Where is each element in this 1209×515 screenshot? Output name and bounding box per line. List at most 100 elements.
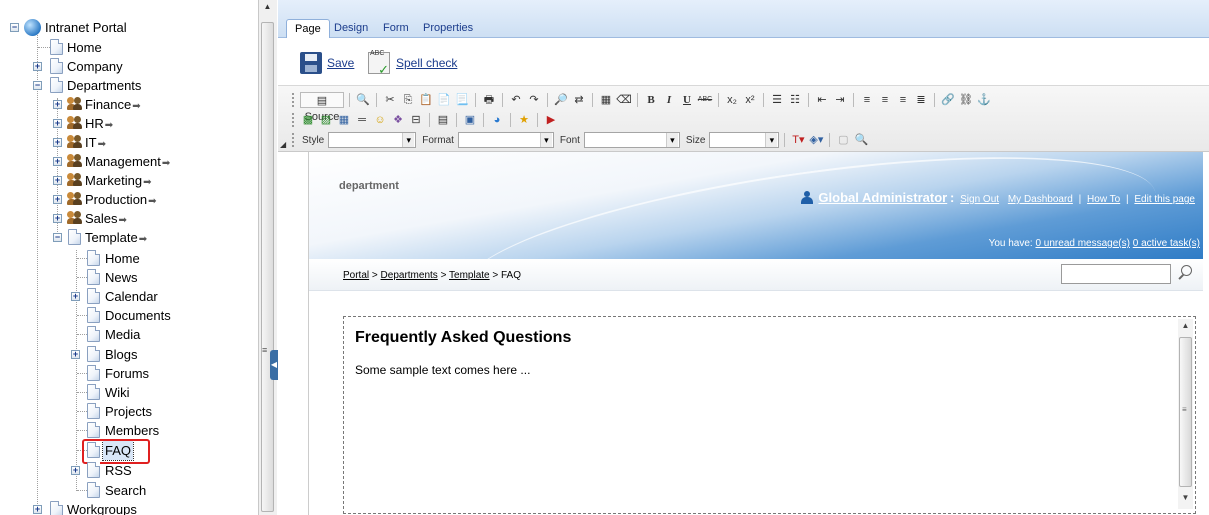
youtube-icon[interactable]: ▶ bbox=[543, 112, 559, 128]
scroll-up-icon[interactable]: ▲ bbox=[261, 2, 274, 16]
expand-toggle-icon[interactable]: + bbox=[33, 505, 42, 514]
page-icon bbox=[87, 365, 100, 381]
star-icon[interactable]: ★ bbox=[516, 112, 532, 128]
paste-text-icon[interactable]: 📄 bbox=[436, 92, 452, 108]
page-icon bbox=[87, 326, 100, 342]
group-icon bbox=[67, 96, 83, 112]
tab-form[interactable]: Form bbox=[375, 19, 417, 38]
paste-word-icon[interactable]: 📃 bbox=[454, 92, 470, 108]
user-name-link[interactable]: Global Administrator bbox=[818, 190, 947, 205]
collapse-toggle-icon[interactable]: − bbox=[53, 233, 62, 242]
media-icon[interactable]: ◕ bbox=[489, 112, 505, 128]
source-button[interactable]: ▤ Source bbox=[300, 92, 344, 123]
expand-toggle-icon[interactable]: + bbox=[53, 100, 62, 109]
expand-toggle-icon[interactable]: + bbox=[71, 466, 80, 475]
underline-button[interactable]: U bbox=[679, 92, 695, 108]
scroll-thumb[interactable] bbox=[261, 22, 274, 512]
replace-icon[interactable]: ⇄ bbox=[571, 92, 587, 108]
horizontal-rule-icon[interactable]: ═ bbox=[354, 112, 370, 128]
align-right-icon[interactable]: ≡ bbox=[895, 92, 911, 108]
unlink-icon[interactable]: ⛓ bbox=[958, 92, 974, 108]
tab-design[interactable]: Design bbox=[326, 19, 376, 38]
breadcrumb-portal[interactable]: Portal bbox=[343, 270, 369, 281]
expand-toggle-icon[interactable]: + bbox=[53, 214, 62, 223]
expand-toggle-icon[interactable]: + bbox=[33, 62, 42, 71]
toolbar-collapse-icon[interactable]: ◢ bbox=[280, 140, 286, 149]
template-icon[interactable]: ▤ bbox=[435, 112, 451, 128]
editable-content-area[interactable]: Frequently Asked Questions Some sample t… bbox=[343, 316, 1196, 514]
align-left-icon[interactable]: ≡ bbox=[859, 92, 875, 108]
select-all-icon[interactable]: ▦ bbox=[598, 92, 614, 108]
my-dashboard-link[interactable]: My Dashboard bbox=[1008, 194, 1073, 205]
expand-toggle-icon[interactable]: + bbox=[53, 157, 62, 166]
toolbar-separator bbox=[475, 93, 476, 107]
table-icon[interactable]: ▦ bbox=[336, 112, 352, 128]
scroll-down-icon[interactable]: ▼ bbox=[1178, 493, 1193, 505]
spell-check-button[interactable]: Spell check bbox=[368, 47, 457, 77]
breadcrumb-departments[interactable]: Departments bbox=[381, 270, 438, 281]
text-color-icon[interactable]: T▾ bbox=[790, 132, 806, 148]
special-char-icon[interactable]: ❖ bbox=[390, 112, 406, 128]
search-icon[interactable] bbox=[1177, 265, 1193, 281]
undo-icon[interactable]: ↶ bbox=[508, 92, 524, 108]
sign-out-link[interactable]: Sign Out bbox=[960, 194, 999, 205]
expand-toggle-icon[interactable]: + bbox=[53, 119, 62, 128]
collapse-panel-button[interactable]: ◀ bbox=[270, 350, 278, 380]
tab-properties[interactable]: Properties bbox=[415, 19, 481, 38]
smiley-icon[interactable]: ☺ bbox=[372, 112, 388, 128]
superscript-button[interactable]: x² bbox=[742, 92, 758, 108]
indent-icon[interactable]: ⇥ bbox=[832, 92, 848, 108]
tree-scrollbar[interactable]: ▲ ≡ bbox=[258, 0, 277, 515]
scroll-up-icon[interactable]: ▲ bbox=[1178, 321, 1193, 333]
bold-button[interactable]: B bbox=[643, 92, 659, 108]
expand-toggle-icon[interactable]: + bbox=[53, 138, 62, 147]
remove-format-icon[interactable]: ⌫ bbox=[616, 92, 632, 108]
numbered-list-icon[interactable]: ☰ bbox=[769, 92, 785, 108]
align-center-icon[interactable]: ≡ bbox=[877, 92, 893, 108]
cut-icon[interactable]: ✂ bbox=[382, 92, 398, 108]
widget-icon[interactable]: ▣ bbox=[462, 112, 478, 128]
anchor-icon[interactable]: ⚓ bbox=[976, 92, 992, 108]
preview-icon[interactable]: 🔍 bbox=[355, 92, 371, 108]
redo-icon[interactable]: ↷ bbox=[526, 92, 542, 108]
strikethrough-button[interactable]: ABC bbox=[697, 92, 713, 108]
copy-icon[interactable]: ⎘ bbox=[400, 92, 416, 108]
page-break-icon[interactable]: ⊟ bbox=[408, 112, 424, 128]
tab-page[interactable]: Page bbox=[286, 19, 330, 38]
find-icon[interactable]: 🔎 bbox=[553, 92, 569, 108]
quick-image-icon[interactable]: ▨ bbox=[318, 112, 334, 128]
expand-toggle-icon[interactable]: + bbox=[53, 176, 62, 185]
link-arrow-icon: ➡ bbox=[104, 120, 114, 131]
image-icon[interactable]: ▩ bbox=[300, 112, 316, 128]
format-dropdown[interactable] bbox=[457, 132, 554, 148]
collapse-toggle-icon[interactable]: − bbox=[33, 81, 42, 90]
unread-messages-link[interactable]: 0 unread message(s) bbox=[1035, 238, 1130, 249]
expand-toggle-icon[interactable]: + bbox=[71, 350, 80, 359]
font-dropdown[interactable] bbox=[583, 132, 680, 148]
outdent-icon[interactable]: ⇤ bbox=[814, 92, 830, 108]
expand-toggle-icon[interactable]: + bbox=[53, 195, 62, 204]
collapse-toggle-icon[interactable]: − bbox=[10, 23, 19, 32]
tree-label: News bbox=[105, 270, 138, 285]
show-blocks-icon[interactable]: 🔍 bbox=[853, 132, 869, 148]
breadcrumb-template[interactable]: Template bbox=[449, 270, 490, 281]
how-to-link[interactable]: How To bbox=[1087, 194, 1120, 205]
background-color-icon[interactable]: ◈▾ bbox=[808, 132, 824, 148]
size-dropdown[interactable] bbox=[709, 132, 780, 148]
subscript-button[interactable]: x₂ bbox=[724, 92, 740, 108]
bulleted-list-icon[interactable]: ☷ bbox=[787, 92, 803, 108]
maximize-icon[interactable]: ▢ bbox=[835, 132, 851, 148]
link-icon[interactable]: 🔗 bbox=[940, 92, 956, 108]
edit-page-link[interactable]: Edit this page bbox=[1134, 194, 1195, 205]
print-icon[interactable]: 🖶 bbox=[481, 92, 497, 108]
style-dropdown[interactable] bbox=[328, 132, 417, 148]
align-justify-icon[interactable]: ≣ bbox=[913, 92, 929, 108]
content-scrollbar[interactable]: ▲ ≡ ▼ bbox=[1178, 319, 1193, 509]
save-button[interactable]: Save bbox=[300, 50, 354, 76]
expand-toggle-icon[interactable]: + bbox=[71, 292, 80, 301]
paste-icon[interactable]: 📋 bbox=[418, 92, 434, 108]
active-tasks-link[interactable]: 0 active task(s) bbox=[1133, 238, 1200, 249]
page-icon bbox=[87, 482, 100, 498]
search-input[interactable] bbox=[1061, 264, 1171, 284]
italic-button[interactable]: I bbox=[661, 92, 677, 108]
